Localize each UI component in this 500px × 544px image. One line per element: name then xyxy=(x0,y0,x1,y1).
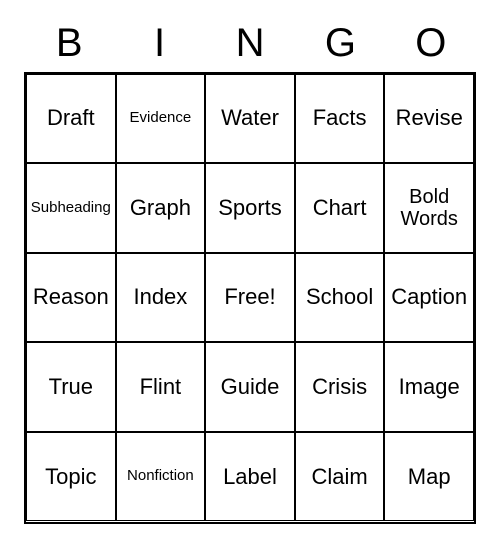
bingo-cell[interactable]: School xyxy=(295,253,385,343)
bingo-cell[interactable]: Nonfiction xyxy=(116,432,206,522)
bingo-cell[interactable]: Evidence xyxy=(116,74,206,164)
header-letter-g: G xyxy=(295,21,385,66)
header-letter-b: B xyxy=(24,21,114,66)
bingo-grid: DraftEvidenceWaterFactsReviseSubheadingG… xyxy=(24,72,476,524)
bingo-cell[interactable]: Guide xyxy=(205,342,295,432)
bingo-cell[interactable]: Revise xyxy=(384,74,474,164)
bingo-cell[interactable]: Crisis xyxy=(295,342,385,432)
bingo-cell[interactable]: Index xyxy=(116,253,206,343)
bingo-header-row: B I N G O xyxy=(24,21,476,72)
bingo-cell[interactable]: Graph xyxy=(116,163,206,253)
bingo-card: B I N G O DraftEvidenceWaterFactsRevise S… xyxy=(24,21,476,524)
bingo-cell[interactable]: Label xyxy=(205,432,295,522)
bingo-cell[interactable]: Bold Words xyxy=(384,163,474,253)
bingo-cell[interactable]: True xyxy=(26,342,116,432)
bingo-cell[interactable]: Facts xyxy=(295,74,385,164)
bingo-cell[interactable]: Claim xyxy=(295,432,385,522)
header-letter-o: O xyxy=(386,21,476,66)
header-letter-i: I xyxy=(114,21,204,66)
bingo-cell[interactable]: Free! xyxy=(205,253,295,343)
header-letter-n: N xyxy=(205,21,295,66)
bingo-cell[interactable]: Reason xyxy=(26,253,116,343)
bingo-cell[interactable]: Topic xyxy=(26,432,116,522)
bingo-cell[interactable]: Subheading xyxy=(26,163,116,253)
bingo-cell[interactable]: Caption xyxy=(384,253,474,343)
bingo-cell[interactable]: Image xyxy=(384,342,474,432)
bingo-cell[interactable]: Map xyxy=(384,432,474,522)
bingo-cell[interactable]: Sports xyxy=(205,163,295,253)
bingo-cell[interactable]: Water xyxy=(205,74,295,164)
bingo-cell[interactable]: Flint xyxy=(116,342,206,432)
bingo-cell[interactable]: Draft xyxy=(26,74,116,164)
bingo-cell[interactable]: Chart xyxy=(295,163,385,253)
